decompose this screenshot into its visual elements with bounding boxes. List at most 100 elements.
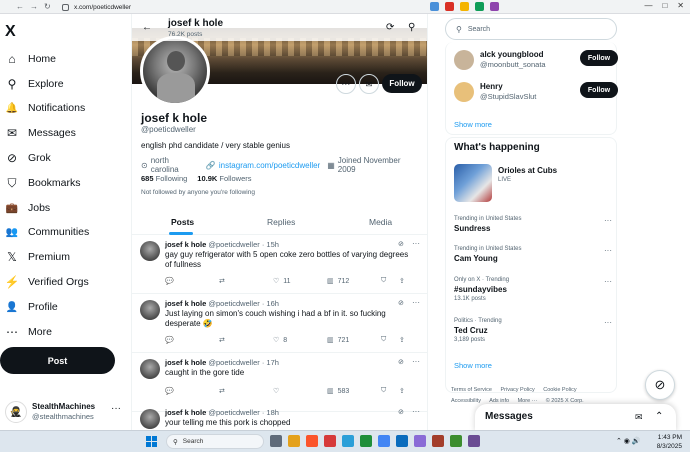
footer-link[interactable]: Cookie Policy xyxy=(543,387,576,393)
share-button[interactable]: ⇪ xyxy=(399,277,405,285)
more-icon[interactable]: ··· xyxy=(604,318,612,327)
views-button[interactable]: ▥ 721 xyxy=(327,336,381,345)
taskbar-clock[interactable]: 1:43 PM 8/3/2025 xyxy=(650,433,682,451)
more-icon[interactable]: ··· xyxy=(412,298,420,307)
nav-explore[interactable]: ⚲ Explore xyxy=(5,76,64,92)
follow-button[interactable]: Follow xyxy=(580,82,618,98)
live-event-thumbnail[interactable] xyxy=(454,164,492,202)
messages-drawer[interactable]: Messages ✉ ⌃ xyxy=(475,404,676,432)
bookmark-button[interactable]: ⛉ xyxy=(381,336,399,344)
nav-communities[interactable]: 👥 Communities xyxy=(5,224,90,240)
message-button[interactable]: ✉ xyxy=(359,74,379,94)
tweet-author[interactable]: josef k hole xyxy=(165,299,206,308)
views-button[interactable]: ▥ 583 xyxy=(327,387,381,396)
close-icon[interactable]: ✕ xyxy=(677,1,684,10)
more-button[interactable]: ··· xyxy=(336,74,356,94)
browser-back-icon[interactable]: ← xyxy=(16,2,24,11)
profile-link[interactable]: 🔗 instagram.com/poeticdweller xyxy=(206,161,320,170)
share-button[interactable]: ⇪ xyxy=(399,387,405,395)
new-message-icon[interactable]: ✉ xyxy=(635,412,643,423)
grok-floating-button[interactable]: ⊘ xyxy=(645,370,675,400)
tab-media[interactable]: Media xyxy=(369,217,392,227)
footer-link[interactable]: Accessibility xyxy=(451,398,481,404)
tweet-author[interactable]: josef k hole xyxy=(165,408,206,417)
nav-verified-orgs[interactable]: ⚡ Verified Orgs xyxy=(5,274,89,290)
avatar[interactable] xyxy=(140,300,160,320)
extension-icon[interactable] xyxy=(475,2,484,11)
vscode-icon[interactable] xyxy=(396,435,408,447)
file-explorer-icon[interactable] xyxy=(288,435,300,447)
reply-button[interactable]: 💬 xyxy=(165,277,219,285)
avatar[interactable] xyxy=(140,359,160,379)
tweet-author[interactable]: josef k hole xyxy=(165,240,206,249)
grok-icon[interactable]: ⊘ xyxy=(398,358,404,366)
site-info-icon[interactable] xyxy=(62,3,69,11)
bookmark-button[interactable]: ⛉ xyxy=(381,387,399,395)
minimize-icon[interactable]: — xyxy=(644,1,652,10)
more-icon[interactable]: ··· xyxy=(604,216,612,225)
like-button[interactable]: ♡ xyxy=(273,387,327,395)
app-icon[interactable] xyxy=(324,435,336,447)
like-button[interactable]: ♡ 8 xyxy=(273,336,327,345)
trend-item[interactable]: Trending in United States Cam Young ··· xyxy=(454,246,614,278)
taskbar-search[interactable]: ⚲ Search xyxy=(166,434,264,449)
reply-button[interactable]: 💬 xyxy=(165,387,219,395)
tweet-time[interactable]: · 15h xyxy=(262,240,279,249)
account-switcher[interactable]: 🥷 StealthMachines @stealthmachines ··· xyxy=(5,397,125,427)
extension-icon[interactable] xyxy=(460,2,469,11)
app-icon[interactable] xyxy=(378,435,390,447)
grok-icon[interactable]: ⊘ xyxy=(398,299,404,307)
live-event-title[interactable]: Orioles at Cubs xyxy=(498,166,557,175)
follow-suggestion[interactable]: Henry @StupidSlavSlut Follow xyxy=(454,82,618,106)
windows-start-icon[interactable] xyxy=(146,436,157,447)
show-more-link[interactable]: Show more xyxy=(454,361,492,370)
address-bar[interactable]: x.com/poeticdweller xyxy=(62,2,422,12)
link-text[interactable]: instagram.com/poeticdweller xyxy=(219,161,320,170)
nav-bookmarks[interactable]: ⛉ Bookmarks xyxy=(5,175,80,191)
share-button[interactable]: ⇪ xyxy=(399,336,405,344)
avatar[interactable] xyxy=(140,241,160,261)
expand-icon[interactable]: ⌃ xyxy=(655,411,663,422)
browser-reload-icon[interactable]: ↻ xyxy=(44,2,51,11)
suggestion-name[interactable]: Henry xyxy=(480,82,503,91)
grok-icon[interactable]: ⟳ xyxy=(386,22,394,33)
nav-home[interactable]: ⌂ Home xyxy=(5,51,56,67)
url-text[interactable]: x.com/poeticdweller xyxy=(74,4,131,11)
followers-stat[interactable]: 10.9K Followers xyxy=(197,174,251,183)
more-icon[interactable]: ··· xyxy=(604,277,612,286)
avatar[interactable] xyxy=(454,82,474,102)
extension-icon[interactable] xyxy=(445,2,454,11)
follow-button[interactable]: Follow xyxy=(580,50,618,66)
app-icon[interactable] xyxy=(360,435,372,447)
nav-profile[interactable]: 👤 Profile xyxy=(5,299,58,315)
search-icon[interactable]: ⚲ xyxy=(408,22,415,33)
tweet[interactable]: josef k hole @poeticdweller · 15h ⊘ ··· … xyxy=(132,236,427,294)
views-button[interactable]: ▥ 712 xyxy=(327,277,381,286)
nav-messages[interactable]: ✉ Messages xyxy=(5,125,76,141)
bookmark-button[interactable]: ⛉ xyxy=(381,277,399,285)
system-tray[interactable]: ⌃ ◉ 🔊 xyxy=(616,437,641,445)
app-icon[interactable] xyxy=(414,435,426,447)
repost-button[interactable]: ⇄ xyxy=(219,387,273,395)
tweet[interactable]: josef k hole @poeticdweller · 16h ⊘ ··· … xyxy=(132,295,427,353)
back-arrow-icon[interactable]: ← xyxy=(142,22,152,33)
avatar[interactable] xyxy=(140,409,160,429)
app-icon[interactable] xyxy=(432,435,444,447)
nav-more[interactable]: ⋯ More xyxy=(5,324,52,340)
following-stat[interactable]: 685 Following xyxy=(141,174,187,183)
maximize-icon[interactable]: □ xyxy=(662,1,667,10)
grok-icon[interactable]: ⊘ xyxy=(398,408,404,416)
nav-notifications[interactable]: 🔔 Notifications xyxy=(5,100,85,116)
x-logo-icon[interactable]: X xyxy=(5,23,16,41)
like-button[interactable]: ♡ 11 xyxy=(273,277,327,286)
more-icon[interactable]: ··· xyxy=(604,246,612,255)
more-icon[interactable]: ··· xyxy=(412,407,420,416)
tab-replies[interactable]: Replies xyxy=(267,217,295,227)
task-view-icon[interactable] xyxy=(270,435,282,447)
nav-jobs[interactable]: 💼 Jobs xyxy=(5,200,50,216)
avatar[interactable] xyxy=(454,50,474,70)
profile-avatar[interactable] xyxy=(140,36,210,106)
footer-link[interactable]: Privacy Policy xyxy=(501,387,535,393)
tab-posts[interactable]: Posts xyxy=(171,217,194,227)
extension-icon[interactable] xyxy=(430,2,439,11)
